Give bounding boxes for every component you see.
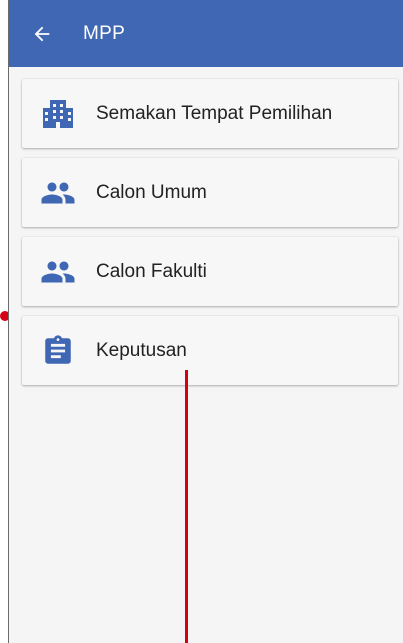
menu-item-label: Calon Fakulti — [96, 260, 207, 282]
menu-item-label: Calon Umum — [96, 181, 207, 203]
menu-item-label: Semakan Tempat Pemilihan — [96, 102, 333, 124]
app-screen: MPP Semakan Tempat Pemilihan Calon Umum … — [8, 0, 403, 643]
page-title: MPP — [83, 22, 126, 44]
app-bar: MPP — [9, 0, 403, 67]
building-icon — [37, 93, 79, 135]
menu-item-calon-umum[interactable]: Calon Umum — [22, 158, 398, 227]
people-icon — [37, 172, 79, 214]
back-button[interactable] — [21, 13, 63, 55]
annotation-line — [185, 370, 188, 643]
people-icon — [37, 251, 79, 293]
menu-item-semakan-tempat-pemilihan[interactable]: Semakan Tempat Pemilihan — [22, 79, 398, 148]
menu-item-label: Keputusan — [96, 339, 187, 361]
arrow-back-icon — [34, 26, 50, 41]
menu-item-calon-fakulti[interactable]: Calon Fakulti — [22, 237, 398, 306]
menu-list: Semakan Tempat Pemilihan Calon Umum Calo… — [22, 79, 398, 395]
clipboard-icon — [37, 330, 79, 372]
menu-item-keputusan[interactable]: Keputusan — [22, 316, 398, 385]
